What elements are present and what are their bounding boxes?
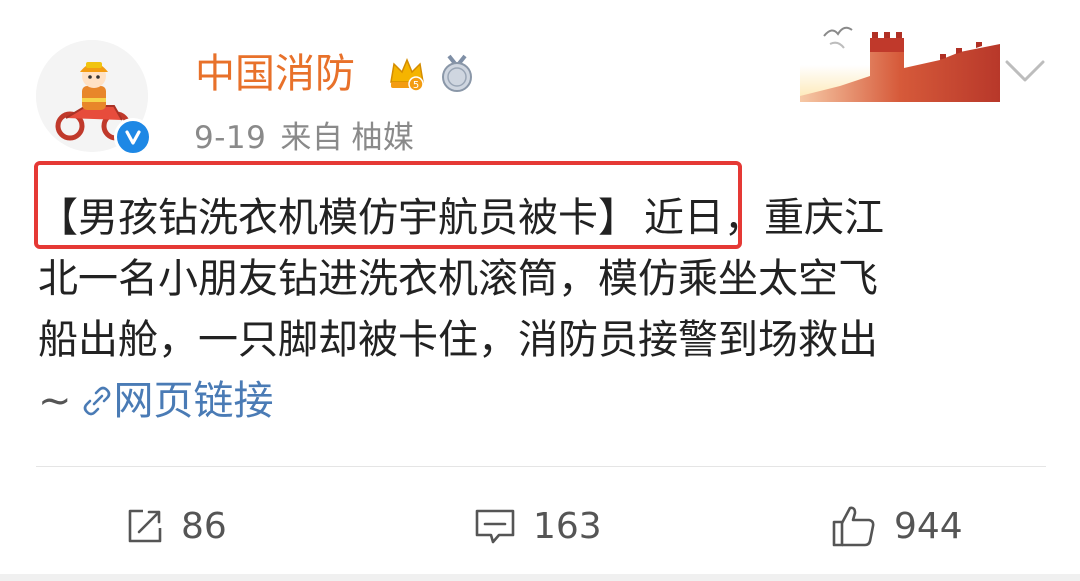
divider	[36, 466, 1046, 467]
web-link[interactable]: 网页链接	[80, 378, 274, 424]
web-link-label: 网页链接	[113, 378, 274, 424]
verified-badge	[114, 118, 152, 156]
like-count: 944	[894, 505, 963, 547]
post-tail: ~	[38, 378, 72, 424]
link-icon	[83, 386, 110, 416]
comment-icon	[475, 509, 515, 544]
post-line: ~ 网页链接	[38, 371, 1048, 432]
repost-count: 86	[181, 505, 227, 547]
post-date: 9-19	[194, 120, 267, 156]
svg-text:5: 5	[413, 80, 419, 91]
post-line: 船出舱，一只脚却被卡住，消防员接警到场救出	[38, 317, 878, 363]
medal-badge[interactable]	[436, 52, 478, 94]
crown-badge-icon: 5	[390, 58, 424, 92]
great-wall-decoration	[800, 26, 1000, 102]
comment-button[interactable]: 163	[473, 496, 602, 556]
crown-badge[interactable]: 5	[386, 52, 428, 94]
chevron-down-icon[interactable]	[1004, 54, 1046, 86]
repost-icon	[128, 509, 162, 543]
post-title: 【男孩钻洗衣机模仿宇航员被卡】	[38, 195, 638, 241]
comment-count: 163	[533, 505, 602, 547]
post-line: 【男孩钻洗衣机模仿宇航员被卡】 近日，重庆江	[38, 188, 1048, 249]
post-content: 【男孩钻洗衣机模仿宇航员被卡】 近日，重庆江 北一名小朋友钻进洗衣机滚筒，模仿乘坐…	[38, 188, 1048, 432]
source-prefix: 来自	[280, 120, 344, 156]
post-line: 北一名小朋友钻进洗衣机滚筒，模仿乘坐太空飞	[38, 256, 878, 302]
like-button[interactable]: 944	[830, 496, 963, 556]
author-name[interactable]: 中国消防	[195, 48, 355, 100]
repost-button[interactable]: 86	[125, 496, 227, 556]
verified-check-icon	[125, 130, 141, 145]
post-source[interactable]: 柚媒	[351, 120, 414, 156]
post-text: 近日，重庆江	[644, 195, 884, 241]
thumbs-up-icon	[832, 506, 875, 547]
medal-badge-icon	[442, 54, 472, 92]
bottom-separator	[0, 574, 1080, 581]
post-meta: 9-19 来自 柚媒	[194, 116, 428, 160]
